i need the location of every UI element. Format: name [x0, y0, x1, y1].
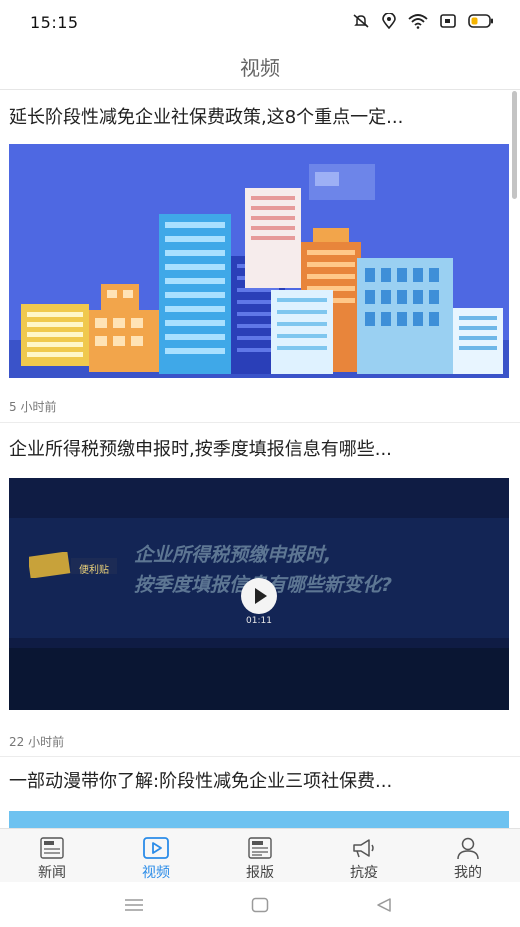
wifi-icon	[408, 13, 428, 29]
tab-video[interactable]: 视频	[104, 829, 208, 882]
page-title: 视频	[240, 56, 280, 80]
article-item[interactable]: 企业所得税预缴申报时,按季度填报信息有哪些... 便利贴 企业所得税预缴申报时,…	[0, 423, 520, 757]
battery-icon	[468, 14, 494, 28]
tab-news[interactable]: 新闻	[0, 829, 104, 882]
video-headline-line1: 企业所得税预缴申报时,	[134, 544, 332, 566]
article-time: 22 小时前	[9, 735, 65, 749]
article-thumbnail[interactable]	[9, 144, 509, 378]
newspaper-icon	[246, 835, 274, 860]
menu-icon[interactable]	[122, 896, 146, 914]
video-feed[interactable]: 延长阶段性减免企业社保费政策,这8个重点一定... 5 小时前 企业所得税预缴申…	[0, 91, 520, 828]
user-icon	[454, 835, 482, 860]
tab-label: 新闻	[38, 865, 66, 881]
article-time: 5 小时前	[9, 400, 57, 414]
sim-icon	[440, 14, 456, 28]
location-icon	[382, 13, 396, 29]
tab-newspaper[interactable]: 报版	[208, 829, 312, 882]
status-bar: 15:15	[0, 0, 520, 46]
news-icon	[38, 835, 66, 860]
status-time: 15:15	[30, 13, 79, 32]
article-title[interactable]: 企业所得税预缴申报时,按季度填报信息有哪些...	[9, 435, 510, 461]
article-title[interactable]: 延长阶段性减免企业社保费政策,这8个重点一定...	[9, 103, 510, 129]
tab-profile[interactable]: 我的	[416, 829, 520, 882]
status-icons	[352, 13, 494, 29]
mute-bell-icon	[352, 13, 370, 29]
home-icon[interactable]	[248, 896, 272, 914]
tab-epidemic[interactable]: 抗疫	[312, 829, 416, 882]
video-player[interactable]: 便利贴 企业所得税预缴申报时, 按季度填报信息有哪些新变化? 01:11	[9, 478, 509, 710]
tab-label: 报版	[246, 865, 274, 881]
article-item[interactable]: 延长阶段性减免企业社保费政策,这8个重点一定... 5 小时前	[0, 91, 520, 423]
tab-label: 我的	[454, 865, 482, 881]
tab-label: 视频	[142, 865, 170, 881]
article-item[interactable]: 一部动漫带你了解:阶段性减免企业三项社保费...	[0, 757, 520, 828]
video-play-icon	[142, 835, 170, 860]
city-buildings-illustration	[9, 144, 509, 378]
article-title[interactable]: 一部动漫带你了解:阶段性减免企业三项社保费...	[9, 767, 510, 793]
megaphone-icon	[350, 835, 378, 860]
back-icon[interactable]	[372, 896, 396, 914]
show-logo-text: 便利贴	[79, 565, 109, 576]
article-thumbnail[interactable]	[9, 811, 509, 828]
play-button[interactable]	[241, 578, 277, 614]
system-nav-bar	[0, 882, 520, 927]
tab-label: 抗疫	[350, 865, 378, 881]
video-duration: 01:11	[246, 616, 272, 626]
bottom-tab-bar: 新闻 视频 报版 抗疫 我的	[0, 828, 520, 882]
title-bar: 视频	[0, 46, 520, 90]
